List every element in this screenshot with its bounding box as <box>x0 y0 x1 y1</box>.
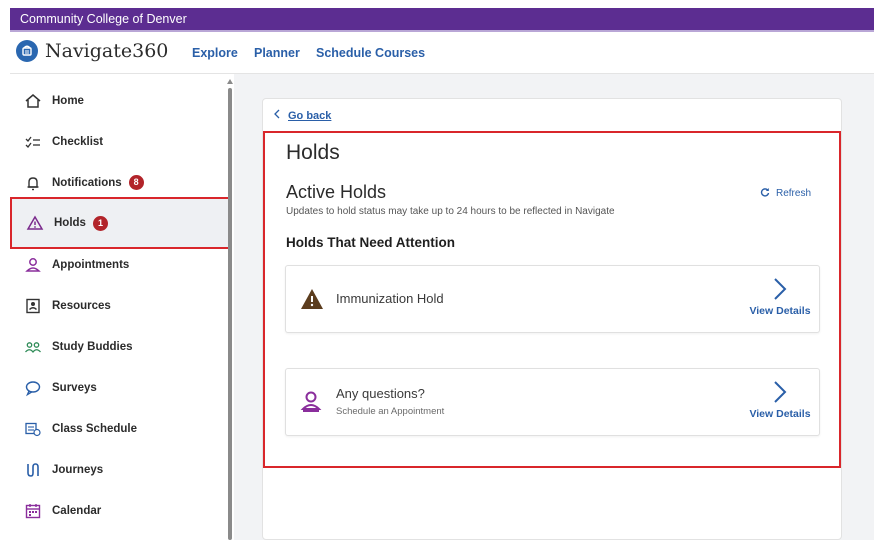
hold-item[interactable]: Immunization Hold View Details <box>285 265 820 333</box>
chevron-right-icon <box>773 278 787 304</box>
sidebar-item-label: Resources <box>52 299 111 312</box>
sidebar-item-label: Appointments <box>52 258 130 271</box>
warning-icon <box>26 214 44 232</box>
chat-bubble-icon <box>24 379 42 397</box>
class-schedule-icon <box>24 420 42 438</box>
sidebar-item-checklist[interactable]: Checklist <box>10 121 230 162</box>
sidebar-item-study-buddies[interactable]: Study Buddies <box>10 326 230 367</box>
sidebar-item-label: Checklist <box>52 135 104 148</box>
holds-need-attention-title: Holds That Need Attention <box>286 235 455 250</box>
sidebar-item-surveys[interactable]: Surveys <box>10 367 230 408</box>
sidebar-item-label: Notifications <box>52 176 122 189</box>
sidebar-item-resources[interactable]: Resources <box>10 285 230 326</box>
hold-name: Immunization Hold <box>336 291 444 306</box>
app-logo[interactable]: Navigate360 <box>16 40 168 62</box>
sidebar: Home Checklist Notifications 8 Holds 1 A… <box>10 78 232 540</box>
chevron-right-icon <box>773 381 787 407</box>
sidebar-item-label: Calendar <box>52 504 102 517</box>
refresh-icon <box>760 187 770 200</box>
go-back-label: Go back <box>288 109 332 122</box>
person-icon <box>24 256 42 274</box>
institution-name: Community College of Denver <box>20 12 187 26</box>
resources-icon <box>24 297 42 315</box>
sidebar-item-label: Home <box>52 94 84 107</box>
scroll-up-arrow[interactable] <box>227 79 233 84</box>
questions-card[interactable]: Any questions? Schedule an Appointment V… <box>285 368 820 436</box>
nav-explore[interactable]: Explore <box>192 46 238 60</box>
active-holds-title: Active Holds <box>286 182 387 202</box>
bell-icon <box>24 174 42 192</box>
nav-schedule-courses[interactable]: Schedule Courses <box>316 46 425 60</box>
sidebar-item-label: Study Buddies <box>52 340 133 353</box>
sidebar-item-calendar[interactable]: Calendar <box>10 490 230 531</box>
view-details-button[interactable]: View Details <box>747 381 813 420</box>
sidebar-item-label: Holds <box>54 217 86 229</box>
active-holds-subtitle: Updates to hold status may take up to 24… <box>286 206 615 217</box>
notification-count-badge: 8 <box>128 175 144 190</box>
questions-subtitle: Schedule an Appointment <box>336 406 445 417</box>
sidebar-item-class-schedule[interactable]: Class Schedule <box>10 408 230 449</box>
person-icon <box>300 389 322 418</box>
sidebar-item-home[interactable]: Home <box>10 80 230 121</box>
questions-title: Any questions? <box>336 386 425 401</box>
calendar-icon <box>24 502 42 520</box>
app-header: Navigate360 Explore Planner Schedule Cou… <box>10 32 874 74</box>
institution-bar: Community College of Denver <box>10 8 874 30</box>
view-details-label: View Details <box>749 305 811 317</box>
sidebar-item-label: Journeys <box>52 463 104 476</box>
sidebar-item-label: Class Schedule <box>52 422 138 435</box>
journeys-icon <box>24 461 42 479</box>
holds-count-badge: 1 <box>92 215 108 231</box>
page-title: Holds <box>286 141 340 164</box>
app-name: Navigate360 <box>45 40 169 62</box>
refresh-label: Refresh <box>776 188 812 199</box>
sidebar-item-journeys[interactable]: Journeys <box>10 449 230 490</box>
sidebar-scrollbar[interactable] <box>228 88 232 540</box>
logo-icon <box>16 40 38 62</box>
home-icon <box>24 92 42 110</box>
sidebar-item-label: Surveys <box>52 381 97 394</box>
view-details-label: View Details <box>749 408 811 420</box>
go-back-link[interactable]: Go back <box>274 109 331 122</box>
checklist-icon <box>24 133 42 151</box>
chevron-left-icon <box>274 109 280 122</box>
view-details-button[interactable]: View Details <box>747 278 813 317</box>
nav-planner[interactable]: Planner <box>254 46 300 60</box>
refresh-button[interactable]: Refresh <box>760 187 811 200</box>
sidebar-item-holds[interactable]: Holds 1 <box>10 197 230 249</box>
warning-triangle-icon <box>300 288 324 315</box>
sidebar-item-appointments[interactable]: Appointments <box>10 244 230 285</box>
study-buddies-icon <box>24 338 42 356</box>
